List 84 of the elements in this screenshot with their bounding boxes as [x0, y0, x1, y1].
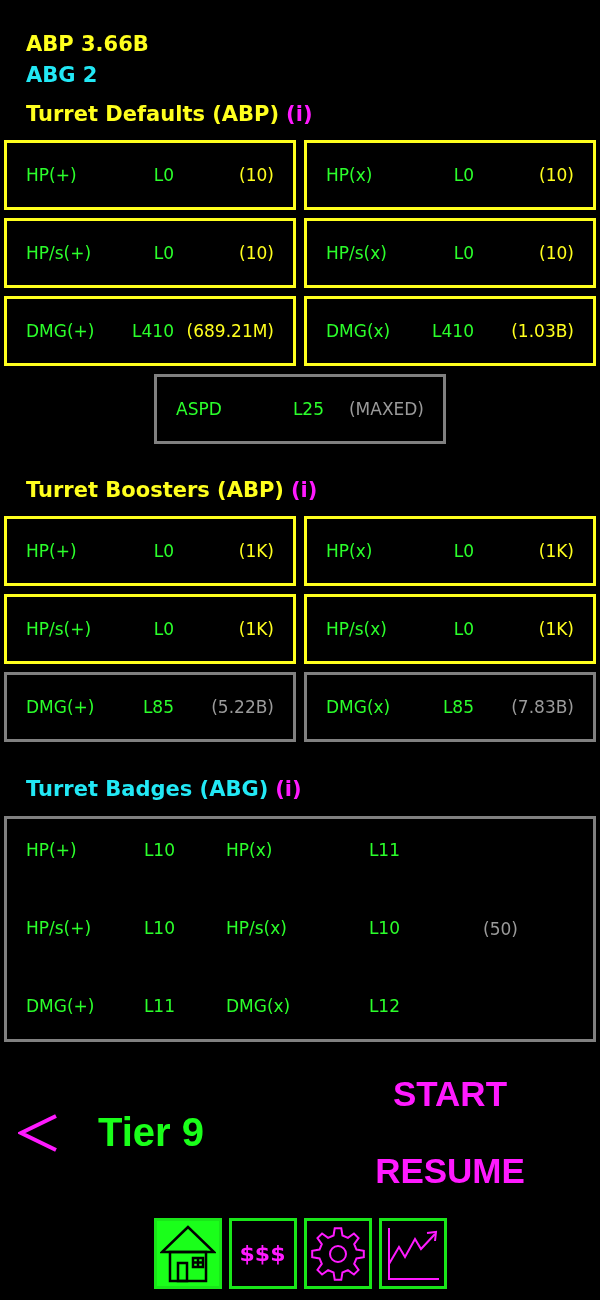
- upgrade-card[interactable]: HP/s(x) L0 (10): [304, 218, 596, 288]
- upgrade-card[interactable]: HP(x) L0 (1K): [304, 516, 596, 586]
- badge-name: HP/s(+): [26, 918, 92, 938]
- upgrade-name: DMG(+): [26, 321, 95, 341]
- upgrade-card[interactable]: ASPD L25 (MAXED): [154, 374, 446, 444]
- gear-icon: [309, 1225, 366, 1282]
- info-button[interactable]: (i): [275, 774, 302, 805]
- upgrade-card[interactable]: HP/s(+) L0 (10): [4, 218, 296, 288]
- upgrade-name: HP/s(+): [26, 243, 92, 263]
- badge-cost: (50): [483, 918, 518, 939]
- upgrade-level: L85: [142, 697, 174, 717]
- chevron-left-icon[interactable]: [18, 1112, 58, 1153]
- tier-label: Tier 9: [98, 1110, 204, 1155]
- upgrade-card[interactable]: HP/s(+) L0 (1K): [4, 594, 296, 664]
- resume-button[interactable]: RESUME: [375, 1146, 525, 1196]
- upgrade-name: DMG(+): [26, 697, 95, 717]
- badge-level: L11: [368, 840, 400, 860]
- upgrade-cost: (1K): [538, 541, 574, 561]
- home-button[interactable]: [153, 1218, 222, 1289]
- badge-level: L10: [143, 918, 175, 938]
- info-button[interactable]: (i): [286, 99, 313, 130]
- upgrade-cost: (689.21M): [186, 321, 274, 341]
- upgrade-cost: (7.83B): [511, 697, 574, 717]
- badge-level: L12: [368, 996, 400, 1016]
- upgrade-cost: (1.03B): [511, 321, 574, 341]
- badge-name: HP(x): [226, 840, 273, 860]
- info-button[interactable]: (i): [290, 475, 318, 506]
- upgrade-level: L410: [132, 321, 174, 341]
- badge-name: DMG(+): [26, 996, 95, 1016]
- upgrade-level: L0: [153, 541, 174, 561]
- currency-amount: ABG 2: [26, 62, 98, 89]
- badge-level: L11: [143, 996, 175, 1016]
- upgrade-card[interactable]: HP(+) L0 (1K): [4, 516, 296, 586]
- upgrade-level: L25: [292, 399, 324, 419]
- upgrade-level: L0: [453, 619, 474, 639]
- badge-name: HP(+): [26, 840, 77, 860]
- badge-level: L10: [368, 918, 400, 938]
- upgrade-name: ASPD: [176, 399, 222, 419]
- upgrade-card[interactable]: DMG(+) L410 (689.21M): [4, 296, 296, 366]
- upgrade-name: HP/s(+): [26, 619, 92, 639]
- upgrade-name: DMG(x): [326, 321, 391, 341]
- stats-button[interactable]: [378, 1218, 447, 1289]
- upgrade-cost: (MAXED): [348, 399, 424, 419]
- upgrade-cost: (1K): [238, 541, 274, 561]
- upgrade-card[interactable]: HP(+) L0 (10): [4, 140, 296, 210]
- upgrade-cost: (5.22B): [211, 697, 274, 717]
- section-title: Turret Boosters (ABP): [26, 477, 284, 504]
- upgrade-level: L85: [442, 697, 474, 717]
- shop-button[interactable]: $$$: [228, 1218, 297, 1289]
- upgrade-name: HP(x): [326, 165, 373, 185]
- upgrade-level: L0: [153, 165, 174, 185]
- currency-amount: ABP 3.66B: [26, 31, 149, 58]
- section-title: Turret Badges (ABG): [26, 776, 269, 803]
- upgrade-cost: (1K): [238, 619, 274, 639]
- settings-button[interactable]: [303, 1218, 372, 1289]
- upgrade-card[interactable]: HP(x) L0 (10): [304, 140, 596, 210]
- section-title: Turret Defaults (ABP): [26, 101, 280, 128]
- upgrade-card[interactable]: DMG(x) L410 (1.03B): [304, 296, 596, 366]
- upgrade-level: L410: [432, 321, 474, 341]
- upgrade-card[interactable]: DMG(+) L85 (5.22B): [4, 672, 296, 742]
- upgrade-name: HP(+): [26, 165, 77, 185]
- upgrade-name: DMG(x): [326, 697, 391, 717]
- start-button[interactable]: START: [392, 1069, 508, 1119]
- upgrade-name: HP/s(x): [326, 243, 387, 263]
- house-icon: [159, 1224, 216, 1283]
- badge-name: DMG(x): [226, 996, 291, 1016]
- upgrade-card[interactable]: HP/s(x) L0 (1K): [304, 594, 596, 664]
- upgrade-level: L0: [453, 243, 474, 263]
- badge-name: HP/s(x): [226, 918, 287, 938]
- upgrade-cost: (10): [539, 165, 574, 185]
- upgrade-level: L0: [153, 243, 174, 263]
- upgrade-name: HP(+): [26, 541, 77, 561]
- upgrade-level: L0: [453, 541, 474, 561]
- badge-level: L10: [143, 840, 175, 860]
- upgrade-level: L0: [453, 165, 474, 185]
- upgrade-card[interactable]: DMG(x) L85 (7.83B): [304, 672, 596, 742]
- upgrade-cost: (1K): [538, 619, 574, 639]
- badges-panel[interactable]: HP(+) L10 HP(x) L11 HP/s(+) L10 HP/s(x) L10 DMG(+) L11 DMG(x) L12 (50): [4, 816, 596, 1042]
- upgrade-level: L0: [153, 619, 174, 639]
- upgrade-cost: (10): [239, 165, 274, 185]
- upgrade-name: HP/s(x): [326, 619, 387, 639]
- upgrade-cost: (10): [239, 243, 274, 263]
- upgrade-name: HP(x): [326, 541, 373, 561]
- upgrade-cost: (10): [539, 243, 574, 263]
